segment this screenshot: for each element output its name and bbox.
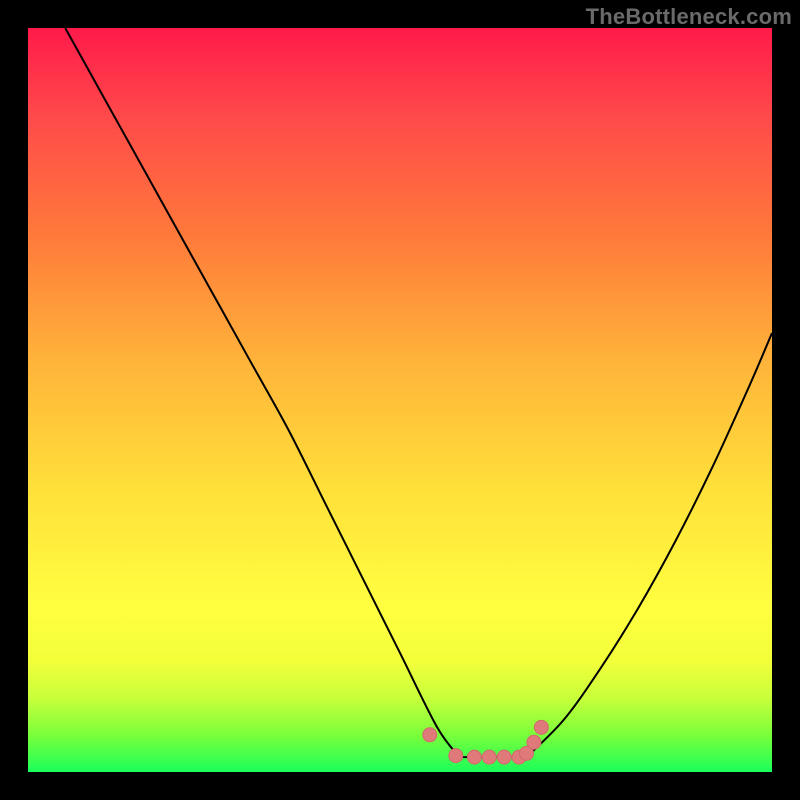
valley-marker bbox=[467, 750, 481, 764]
bottleneck-curve bbox=[65, 28, 772, 760]
valley-marker bbox=[482, 750, 496, 764]
valley-marker bbox=[497, 750, 511, 764]
chart-frame bbox=[28, 28, 772, 772]
valley-marker bbox=[527, 735, 541, 749]
chart-svg bbox=[28, 28, 772, 772]
watermark-text: TheBottleneck.com bbox=[586, 4, 792, 30]
marker-container bbox=[423, 720, 549, 764]
series-container bbox=[65, 28, 772, 760]
valley-marker bbox=[449, 749, 463, 763]
valley-marker bbox=[534, 720, 548, 734]
valley-marker bbox=[423, 728, 437, 742]
